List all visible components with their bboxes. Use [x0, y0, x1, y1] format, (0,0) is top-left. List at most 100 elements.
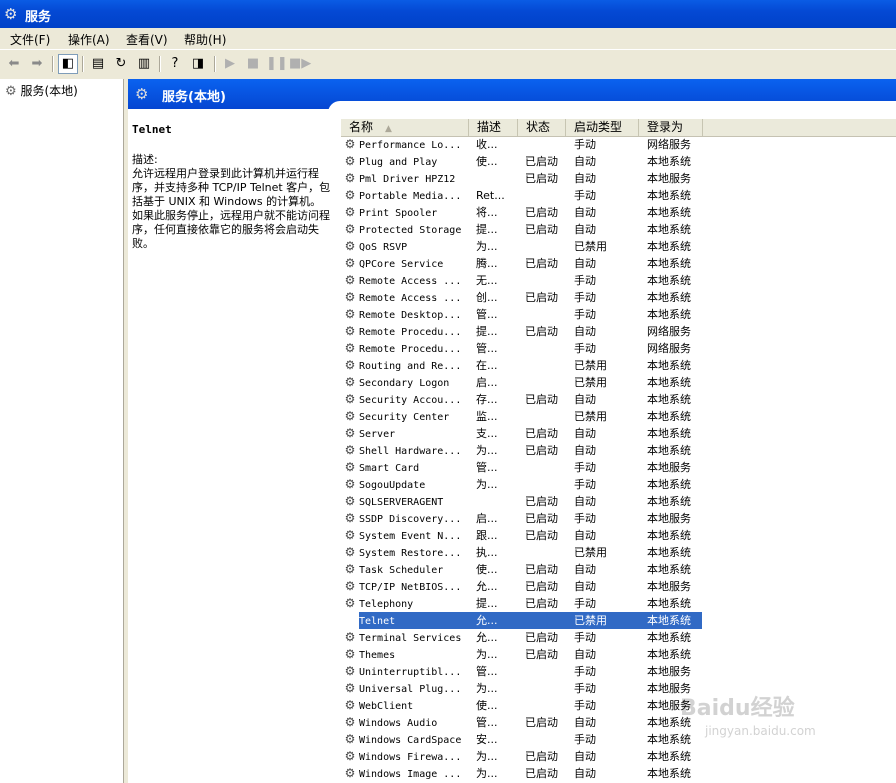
service-status-cell — [525, 408, 573, 425]
gear-icon: ⚙ — [344, 460, 356, 474]
stop-service-icon[interactable]: ■ — [243, 54, 263, 74]
service-row[interactable]: ⚙ Task Scheduler 使... 已启动 自动 本地系统 — [341, 561, 896, 578]
column-header-startup-type[interactable]: 启动类型 — [566, 119, 639, 136]
toolbar: ⬅ ➡ ◧ ▤ ↻ ▥ ? ◨ ▶ ■ ❚❚ ■▶ — [0, 49, 896, 80]
menu-help[interactable]: 帮助(H) — [184, 31, 226, 48]
service-description-cell: 启... — [476, 376, 498, 389]
gear-icon: ⚙ — [344, 375, 356, 389]
service-row[interactable]: ⚙ Remote Procedu... 提... 已启动 自动 网络服务 — [341, 323, 896, 340]
service-logon-cell: 本地服务 — [647, 461, 691, 474]
menu-file[interactable]: 文件(F) — [10, 31, 50, 48]
gear-icon: ⚙ — [344, 732, 356, 746]
service-name-cell: ⚙ Themes — [341, 646, 469, 663]
service-row[interactable]: ⚙ Protected Storage 提... 已启动 自动 本地系统 — [341, 221, 896, 238]
service-row[interactable]: ⚙ Telnet 允... 已禁用 本地系统 — [341, 612, 896, 629]
service-description-cell: 为... — [476, 240, 498, 253]
services-list[interactable]: 名称 ▲ 描述 状态 启动类型 登录为 ⚙ Performance Lo... 收..… — [341, 119, 896, 783]
service-row[interactable]: ⚙ QoS RSVP 为... 已禁用 本地系统 — [341, 238, 896, 255]
service-name-cell: ⚙ WebClient — [341, 697, 469, 714]
service-row[interactable]: ⚙ Remote Access ... 无... 手动 本地系统 — [341, 272, 896, 289]
service-row[interactable]: ⚙ Telephony 提... 已启动 手动 本地系统 — [341, 595, 896, 612]
forward-arrow-icon[interactable]: ➡ — [27, 54, 47, 74]
properties-icon[interactable]: ▤ — [88, 54, 108, 74]
service-name-cell: ⚙ System Restore... — [341, 544, 469, 561]
service-logon-cell: 本地系统 — [647, 750, 691, 763]
service-row[interactable]: ⚙ Print Spooler 将... 已启动 自动 本地系统 — [341, 204, 896, 221]
service-row[interactable]: ⚙ Windows Firewa... 为... 已启动 自动 本地系统 — [341, 748, 896, 765]
service-row[interactable]: ⚙ Smart Card 管... 手动 本地服务 — [341, 459, 896, 476]
column-header-status[interactable]: 状态 — [518, 119, 566, 136]
service-row[interactable]: ⚙ Terminal Services 允... 已启动 手动 本地系统 — [341, 629, 896, 646]
service-row[interactable]: ⚙ Windows Image ... 为... 已启动 自动 本地系统 — [341, 765, 896, 782]
service-row[interactable]: ⚙ Themes 为... 已启动 自动 本地系统 — [341, 646, 896, 663]
gear-icon: ⚙ — [344, 137, 356, 151]
service-name: Pml Driver HPZ12 — [359, 174, 456, 185]
service-row[interactable]: ⚙ WebClient 使... 手动 本地服务 — [341, 697, 896, 714]
service-row[interactable]: ⚙ Universal Plug... 为... 手动 本地服务 — [341, 680, 896, 697]
service-name: Remote Procedu... — [359, 327, 462, 338]
service-row[interactable]: ⚙ TCP/IP NetBIOS... 允... 已启动 自动 本地服务 — [341, 578, 896, 595]
column-header-name[interactable]: 名称 ▲ — [341, 119, 469, 136]
service-name-cell: ⚙ QPCore Service — [341, 255, 469, 272]
pause-service-icon[interactable]: ❚❚ — [266, 54, 288, 74]
menu-view[interactable]: 查看(V) — [126, 31, 168, 48]
service-row[interactable]: ⚙ Secondary Logon 启... 已禁用 本地系统 — [341, 374, 896, 391]
service-row[interactable]: ⚙ Server 支... 已启动 自动 本地系统 — [341, 425, 896, 442]
column-header-description[interactable]: 描述 — [469, 119, 518, 136]
service-row[interactable]: ⚙ System Restore... 执... 已禁用 本地系统 — [341, 544, 896, 561]
tree-item-services-local[interactable]: ⚙ 服务(本地) — [5, 82, 78, 99]
service-row[interactable]: ⚙ Portable Media... Ret... 手动 本地系统 — [341, 187, 896, 204]
start-service-icon[interactable]: ▶ — [220, 54, 240, 74]
restart-service-icon[interactable]: ■▶ — [289, 54, 311, 74]
service-name-cell: ⚙ Protected Storage — [341, 221, 469, 238]
service-row[interactable]: ⚙ SogouUpdate 为... 手动 本地系统 — [341, 476, 896, 493]
service-logon-cell: 网络服务 — [647, 138, 691, 151]
service-row[interactable]: ⚙ SQLSERVERAGENT 已启动 自动 本地系统 — [341, 493, 896, 510]
service-row[interactable]: ⚙ Remote Procedu... 管... 手动 网络服务 — [341, 340, 896, 357]
service-row[interactable]: ⚙ SSDP Discovery... 启... 已启动 手动 本地服务 — [341, 510, 896, 527]
service-row[interactable]: ⚙ Remote Access ... 创... 已启动 手动 本地系统 — [341, 289, 896, 306]
service-name-cell: ⚙ Windows Audio — [341, 714, 469, 731]
service-name: Remote Access ... — [359, 293, 462, 304]
service-row[interactable]: ⚙ Shell Hardware... 为... 已启动 自动 本地系统 — [341, 442, 896, 459]
service-row[interactable]: ⚙ Routing and Re... 在... 已禁用 本地系统 — [341, 357, 896, 374]
back-arrow-icon[interactable]: ⬅ — [4, 54, 24, 74]
service-row[interactable]: ⚙ Remote Desktop... 管... 手动 本地系统 — [341, 306, 896, 323]
service-row[interactable]: ⚙ Security Accou... 存... 已启动 自动 本地系统 — [341, 391, 896, 408]
service-name: Secondary Logon — [359, 378, 450, 389]
gear-icon: ⚙ — [344, 528, 356, 542]
service-name: Routing and Re... — [359, 361, 462, 372]
service-row[interactable]: ⚙ Performance Lo... 收... 手动 网络服务 — [341, 136, 896, 153]
service-logon-cell: 本地服务 — [647, 665, 691, 678]
toolbar-separator — [159, 56, 161, 72]
service-description-cell: 启... — [476, 512, 498, 525]
service-row[interactable]: ⚙ QPCore Service 腾... 已启动 自动 本地系统 — [341, 255, 896, 272]
gear-icon: ⚙ — [135, 85, 149, 103]
title-bar: ⚙ 服务 — [0, 0, 896, 28]
service-description-cell: 管... — [476, 716, 498, 729]
service-description-cell: 存... — [476, 393, 498, 406]
export-list-icon[interactable]: ▥ — [134, 54, 154, 74]
refresh-icon[interactable]: ↻ — [111, 54, 131, 74]
service-row[interactable]: ⚙ Uninterruptibl... 管... 手动 本地服务 — [341, 663, 896, 680]
service-description-cell: 无... — [476, 274, 498, 287]
service-startup-cell: 手动 — [574, 342, 596, 355]
service-name-cell: ⚙ TCP/IP NetBIOS... — [341, 578, 469, 595]
toolbar-separator — [82, 56, 84, 72]
help-icon[interactable]: ? — [165, 54, 185, 74]
service-row[interactable]: ⚙ Security Center 监... 已禁用 本地系统 — [341, 408, 896, 425]
service-startup-cell: 自动 — [574, 648, 596, 661]
column-header-logon-as[interactable]: 登录为 — [639, 119, 703, 136]
service-status-cell — [525, 374, 573, 391]
service-name-cell: ⚙ Shell Hardware... — [341, 442, 469, 459]
service-row[interactable]: ⚙ Plug and Play 使... 已启动 自动 本地系统 — [341, 153, 896, 170]
menu-action[interactable]: 操作(A) — [68, 31, 110, 48]
service-name: Security Accou... — [359, 395, 462, 406]
console-view-icon[interactable]: ◨ — [188, 54, 208, 74]
service-row[interactable]: ⚙ System Event N... 跟... 已启动 自动 本地系统 — [341, 527, 896, 544]
service-row[interactable]: ⚙ Pml Driver HPZ12 已启动 自动 本地服务 — [341, 170, 896, 187]
service-name-cell: ⚙ Smart Card — [341, 459, 469, 476]
service-name: System Restore... — [359, 548, 462, 559]
show-tree-icon[interactable]: ◧ — [58, 54, 78, 74]
service-name: Windows Image ... — [359, 769, 462, 780]
